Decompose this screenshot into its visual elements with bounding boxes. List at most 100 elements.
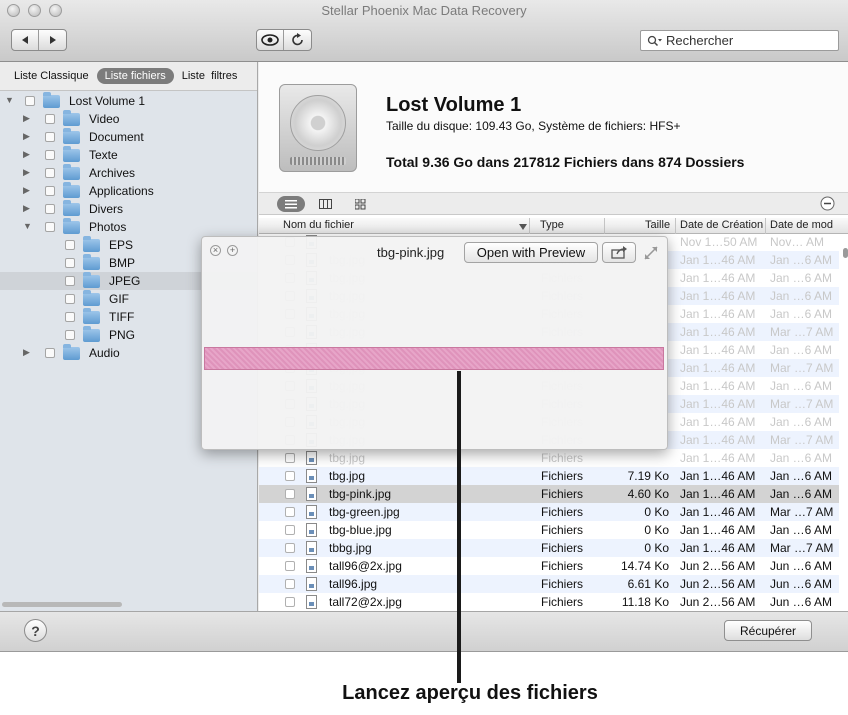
tree-item[interactable]: ▶ Archives xyxy=(0,164,257,182)
sidebar-scrollbar[interactable] xyxy=(2,602,122,607)
search-field[interactable]: Rechercher xyxy=(640,30,839,51)
forward-arrow-icon xyxy=(49,36,56,44)
cell-name: tbg-green.jpg xyxy=(329,505,400,519)
row-checkbox[interactable] xyxy=(285,525,295,535)
col-type[interactable]: Type xyxy=(540,219,600,231)
tree-checkbox[interactable] xyxy=(65,330,75,340)
help-button[interactable]: ? xyxy=(24,619,47,642)
disclosure-expanded-icon[interactable]: ▼ xyxy=(23,221,32,231)
row-checkbox[interactable] xyxy=(285,543,295,553)
open-with-preview-button[interactable]: Open with Preview xyxy=(464,242,598,263)
tree-item-label: Texte xyxy=(89,148,118,162)
tree-checkbox[interactable] xyxy=(45,348,55,358)
recover-button[interactable]: Récupérer xyxy=(724,620,812,641)
cell-modified: Jan …6 AM xyxy=(770,343,833,357)
tree-item-label: Photos xyxy=(89,220,127,234)
row-checkbox[interactable] xyxy=(285,471,295,481)
table-row[interactable]: tall96.jpg Fichiers 6.61 Ko Jun 2…56 AM Jun … xyxy=(259,575,839,593)
cell-created: Jun 2…56 AM xyxy=(680,595,756,609)
tree-item[interactable]: ▶ Video xyxy=(0,110,257,128)
cell-modified: Jan …6 AM xyxy=(770,253,833,267)
image-file-icon xyxy=(306,505,317,519)
row-checkbox[interactable] xyxy=(285,579,295,589)
table-scrollbar[interactable] xyxy=(843,248,848,258)
list-view-button[interactable] xyxy=(277,196,305,212)
col-modified[interactable]: Date de mod xyxy=(770,219,840,231)
tree-checkbox[interactable] xyxy=(65,240,75,250)
row-checkbox[interactable] xyxy=(285,453,295,463)
cell-created: Jan 1…46 AM xyxy=(680,451,756,465)
cell-size: 0 Ko xyxy=(644,541,669,555)
fullscreen-preview-icon[interactable]: + xyxy=(227,245,238,256)
column-view-button[interactable] xyxy=(311,196,339,212)
tab-liste-fichiers[interactable]: Liste fichiers xyxy=(96,68,174,84)
tree-checkbox[interactable] xyxy=(65,294,75,304)
row-checkbox[interactable] xyxy=(285,489,295,499)
search-input[interactable]: Rechercher xyxy=(666,33,733,48)
view-mode-bar xyxy=(259,193,848,215)
sort-arrow-icon xyxy=(519,224,527,230)
tree-item[interactable]: ▶ Divers xyxy=(0,200,257,218)
tree-item[interactable]: ▶ Applications xyxy=(0,182,257,200)
cell-created: Jan 1…46 AM xyxy=(680,469,756,483)
tree-checkbox[interactable] xyxy=(65,258,75,268)
tree-checkbox[interactable] xyxy=(45,204,55,214)
collapse-icon[interactable] xyxy=(820,196,835,211)
tree-checkbox[interactable] xyxy=(45,222,55,232)
tree-checkbox[interactable] xyxy=(45,132,55,142)
col-created[interactable]: Date de Création xyxy=(680,219,764,231)
tree-checkbox[interactable] xyxy=(45,114,55,124)
col-size[interactable]: Taille xyxy=(645,219,673,231)
disclosure-collapsed-icon[interactable]: ▶ xyxy=(23,113,30,124)
tree-checkbox[interactable] xyxy=(65,312,75,322)
folder-icon xyxy=(83,326,100,342)
disclosure-expanded-icon[interactable]: ▼ xyxy=(5,95,14,105)
tree-item-label: Archives xyxy=(89,166,136,180)
row-checkbox[interactable] xyxy=(285,507,295,517)
disclosure-collapsed-icon[interactable]: ▶ xyxy=(23,185,30,196)
table-row[interactable]: tbg-pink.jpg Fichiers 4.60 Ko Jan 1…46 AM Ja… xyxy=(259,485,839,503)
tree-checkbox[interactable] xyxy=(45,186,55,196)
tree-item[interactable]: ▼ Photos xyxy=(0,218,257,236)
cell-type: Fichiers xyxy=(541,577,584,591)
tree-checkbox[interactable] xyxy=(45,168,55,178)
forward-button[interactable] xyxy=(39,30,66,50)
tree-checkbox[interactable] xyxy=(25,96,35,106)
disclosure-collapsed-icon[interactable]: ▶ xyxy=(23,131,30,142)
table-row[interactable]: tall72@2x.jpg Fichiers 11.18 Ko Jun 2…56 AM… xyxy=(259,593,839,611)
tree-checkbox[interactable] xyxy=(65,276,75,286)
tab-liste-filtres[interactable]: Liste filtres xyxy=(174,68,246,84)
disclosure-collapsed-icon[interactable]: ▶ xyxy=(23,149,30,160)
disclosure-collapsed-icon[interactable]: ▶ xyxy=(23,203,30,214)
tree-item[interactable]: ▶ Texte xyxy=(0,146,257,164)
disclosure-collapsed-icon[interactable]: ▶ xyxy=(23,347,30,358)
table-row[interactable]: tbbg.jpg Fichiers 0 Ko Jan 1…46 AM Mar …7 AM xyxy=(259,539,839,557)
cell-name: tall72@2x.jpg xyxy=(329,595,402,609)
tree-checkbox[interactable] xyxy=(45,150,55,160)
close-preview-icon[interactable]: × xyxy=(210,245,221,256)
expand-icon[interactable] xyxy=(643,245,659,261)
share-button[interactable] xyxy=(602,242,636,263)
folder-icon xyxy=(83,236,100,252)
table-row[interactable]: tall96@2x.jpg Fichiers 14.74 Ko Jun 2…56 AM… xyxy=(259,557,839,575)
table-row[interactable]: tbg-blue.jpg Fichiers 0 Ko Jan 1…46 AM Jan …… xyxy=(259,521,839,539)
cell-modified: Jan …6 AM xyxy=(770,469,833,483)
table-header: Nom du fichier Type Taille Date de Créat… xyxy=(259,218,848,234)
table-row[interactable]: tbg.jpg Fichiers Jan 1…46 AM Jan …6 AM xyxy=(259,449,839,467)
preview-filename: tbg-pink.jpg xyxy=(377,245,445,260)
back-button[interactable] xyxy=(12,30,39,50)
refresh-button[interactable] xyxy=(284,30,311,50)
tree-item[interactable]: ▼ Lost Volume 1 xyxy=(0,92,257,110)
row-checkbox[interactable] xyxy=(285,597,295,607)
row-checkbox[interactable] xyxy=(285,561,295,571)
table-row[interactable]: tbg-green.jpg Fichiers 0 Ko Jan 1…46 AM Mar … xyxy=(259,503,839,521)
icon-view-button[interactable] xyxy=(346,196,374,212)
col-name[interactable]: Nom du fichier xyxy=(283,219,523,231)
tree-item[interactable]: ▶ Document xyxy=(0,128,257,146)
disclosure-collapsed-icon[interactable]: ▶ xyxy=(23,167,30,178)
preview-button[interactable] xyxy=(257,30,284,50)
quicklook-preview-panel: × + tbg-pink.jpg Open with Preview xyxy=(201,236,668,450)
table-row[interactable]: tbg.jpg Fichiers 7.19 Ko Jan 1…46 AM Jan …6 … xyxy=(259,467,839,485)
tab-liste-classique[interactable]: Liste Classique xyxy=(6,68,97,84)
folder-icon xyxy=(83,272,100,288)
